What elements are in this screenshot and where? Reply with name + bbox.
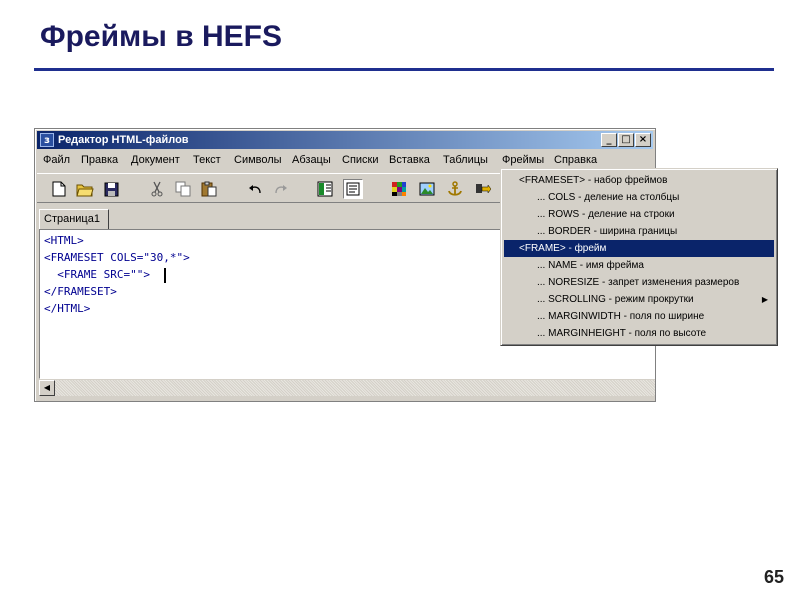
popup-item-border[interactable]: ... BORDER - ширина границы — [504, 223, 774, 240]
popup-item-label: ... NORESIZE - запрет изменения размеров — [537, 277, 740, 288]
popup-item-rows[interactable]: ... ROWS - деление на строки — [504, 206, 774, 223]
open-folder-icon[interactable] — [75, 179, 95, 199]
popup-item-label: ... NAME - имя фрейма — [537, 260, 644, 271]
menu-symbols[interactable]: Символы — [234, 151, 282, 170]
close-button[interactable]: × — [635, 133, 651, 147]
code-line: </HTML> — [44, 302, 91, 315]
popup-item-scrolling[interactable]: ... SCROLLING - режим прокрутки ▶ — [504, 291, 774, 308]
toolbar — [37, 173, 501, 203]
paste-icon[interactable] — [199, 179, 219, 199]
menu-paragraphs[interactable]: Абзацы — [292, 151, 331, 170]
title-divider — [34, 68, 774, 71]
minimize-button[interactable]: _ — [601, 133, 617, 147]
popup-item-label: <FRAME> - фрейм — [519, 243, 607, 254]
frames-popup-menu: <FRAMESET> - набор фреймов ... COLS - де… — [500, 168, 778, 346]
scroll-left-arrow-icon[interactable]: ◀ — [39, 380, 55, 396]
menu-text[interactable]: Текст — [193, 151, 221, 170]
menu-lists[interactable]: Списки — [342, 151, 379, 170]
menu-file[interactable]: Файл — [43, 151, 70, 170]
text-caret — [164, 268, 166, 283]
app-icon[interactable]: з — [40, 133, 54, 147]
popup-item-name[interactable]: ... NAME - имя фрейма — [504, 257, 774, 274]
cut-scissors-icon[interactable] — [147, 179, 167, 199]
maximize-button[interactable]: □ — [618, 133, 634, 147]
popup-item-noresize[interactable]: ... NORESIZE - запрет изменения размеров — [504, 274, 774, 291]
popup-item-label: ... COLS - деление на столбцы — [537, 192, 680, 203]
code-line: <FRAMESET COLS="30,*"> — [44, 251, 190, 264]
link-icon[interactable] — [473, 179, 493, 199]
popup-item-cols[interactable]: ... COLS - деление на столбцы — [504, 189, 774, 206]
menu-edit[interactable]: Правка — [81, 151, 118, 170]
page-number: 65 — [763, 567, 784, 587]
save-disk-icon[interactable] — [101, 179, 121, 199]
code-line: <FRAME SRC=""> — [44, 268, 150, 281]
popup-item-label: ... SCROLLING - режим прокрутки — [537, 294, 694, 305]
menu-tables[interactable]: Таблицы — [443, 151, 488, 170]
menu-insert[interactable]: Вставка — [389, 151, 430, 170]
popup-item-label: <FRAMESET> - набор фреймов — [519, 175, 668, 186]
window-title: Редактор HTML-файлов — [58, 134, 189, 146]
undo-icon[interactable] — [245, 179, 265, 199]
popup-item-marginwidth[interactable]: ... MARGINWIDTH - поля по ширине — [504, 308, 774, 325]
menu-document[interactable]: Документ — [131, 151, 180, 170]
code-line: </FRAMESET> — [44, 285, 117, 298]
popup-item-frame[interactable]: <FRAME> - фрейм — [504, 240, 774, 257]
code-line: <HTML> — [44, 234, 84, 247]
copy-icon[interactable] — [173, 179, 193, 199]
anchor-icon[interactable] — [445, 179, 465, 199]
popup-item-marginheight[interactable]: ... MARGINHEIGHT - поля по высоте — [504, 325, 774, 342]
popup-item-label: ... ROWS - деление на строки — [537, 209, 675, 220]
horizontal-scrollbar[interactable]: ◀ — [39, 379, 655, 396]
slide-title: Фреймы в HEFS — [40, 20, 282, 53]
text-view-icon[interactable] — [343, 179, 363, 199]
popup-item-label: ... MARGINHEIGHT - поля по высоте — [537, 328, 707, 339]
popup-item-label: ... MARGINWIDTH - поля по ширине — [537, 311, 705, 322]
window-titlebar[interactable]: з Редактор HTML-файлов _ □ × — [37, 131, 653, 149]
popup-item-label: ... BORDER - ширина границы — [537, 226, 678, 237]
submenu-arrow-icon: ▶ — [761, 295, 768, 304]
split-view-icon[interactable] — [315, 179, 335, 199]
tab-page1[interactable]: Страница1 — [39, 209, 109, 229]
image-icon[interactable] — [417, 179, 437, 199]
new-file-icon[interactable] — [49, 179, 69, 199]
popup-item-frameset[interactable]: <FRAMESET> - набор фреймов — [504, 172, 774, 189]
redo-icon[interactable] — [271, 179, 291, 199]
color-palette-icon[interactable] — [389, 179, 409, 199]
